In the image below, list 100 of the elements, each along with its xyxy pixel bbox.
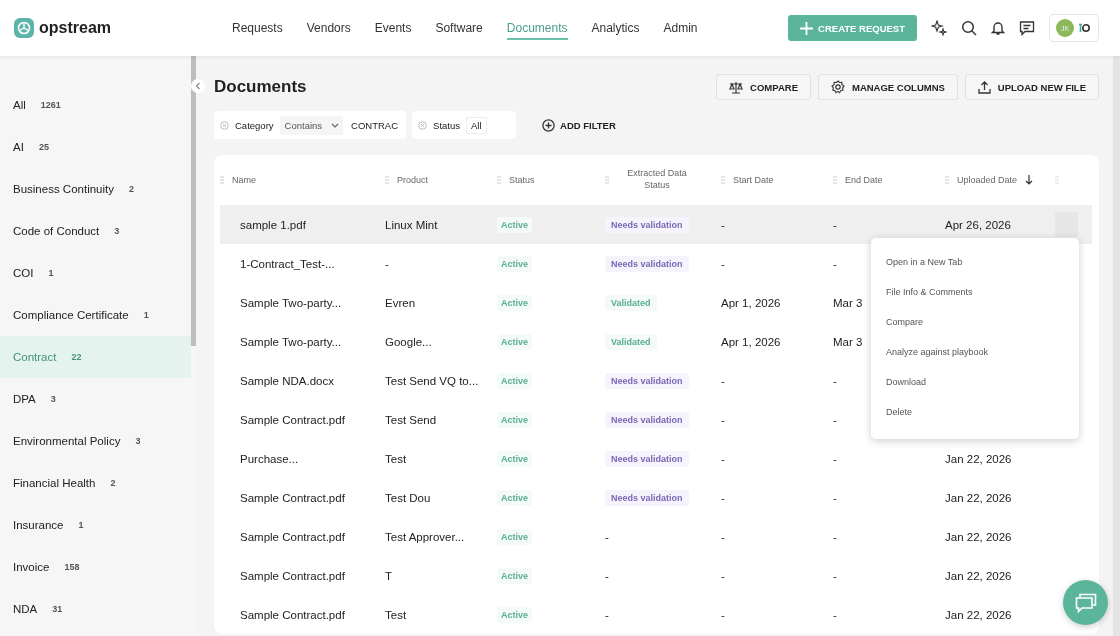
file-name[interactable]: Sample NDA.docx [240,371,334,390]
remove-filter-icon[interactable] [220,120,229,130]
nav-link[interactable]: Events [374,16,412,40]
category-item[interactable]: Compliance Certificate 1 [0,294,191,336]
nav-link[interactable]: Analytics [591,16,640,40]
column-header[interactable]: Status [497,155,605,205]
status-badge: Active [497,528,532,545]
category-item[interactable]: Financial Health 2 [0,462,191,504]
sparkle-icon[interactable] [931,20,947,36]
status-badge: Active [497,450,532,467]
product-cell: Test Dou [385,491,431,504]
start-date-cell: - [721,413,725,426]
file-name[interactable]: Sample Two-party... [240,293,342,312]
status-badge: Active [497,411,532,428]
category-item[interactable]: Business Continuity 2 [0,168,191,210]
action-button[interactable]: UPLOAD NEW FILE [964,74,1099,100]
category-item[interactable]: NDA 31 [0,588,191,630]
category-item[interactable]: DPA 3 [0,378,191,420]
nav-link[interactable]: Software [435,16,483,40]
nav-link[interactable]: Requests [232,16,283,40]
category-count: 1 [143,310,149,320]
status-badge: Active [497,216,532,233]
start-date-cell: Apr 1, 2026 [721,296,781,309]
column-header[interactable]: Extracted Data Status [605,155,721,205]
menu-item[interactable]: Compare [871,307,1079,337]
file-name[interactable]: Sample Contract.pdf [240,488,345,507]
start-date-cell: - [721,491,725,504]
status-badge: Active [497,333,532,350]
category-count: 25 [38,142,49,152]
menu-item[interactable]: Open in a New Tab [871,247,1079,277]
file-name[interactable]: Sample Two-party... [240,332,342,351]
status-badge: Active [497,489,532,506]
start-date-cell: - [721,257,725,270]
category-label: Environmental Policy [13,435,121,447]
filter-label: Status [433,119,460,131]
end-date-cell: - [833,569,837,582]
bell-icon[interactable] [991,20,1005,36]
file-name[interactable]: Sample Contract.pdf [240,566,345,585]
scrollbar[interactable] [1113,56,1120,636]
category-item[interactable]: All 1261 [0,84,191,126]
scrollbar[interactable] [191,56,196,346]
category-label: Insurance [13,519,64,531]
category-label: Financial Health [13,477,96,489]
end-date-cell: - [833,608,837,621]
category-item[interactable]: Environmental Policy 3 [0,420,191,462]
category-count: 2 [110,478,116,488]
uploaded-date-cell: Jan 22, 2026 [945,530,1012,543]
filter-value-chip[interactable]: All [466,116,487,134]
column-header[interactable]: Uploaded Date [945,155,1055,205]
column-header[interactable]: Product [385,155,497,205]
category-count: 1 [78,520,84,530]
menu-item[interactable]: Delete [871,397,1079,427]
category-label: Contract [13,351,57,363]
menu-item[interactable]: File Info & Comments [871,277,1079,307]
category-count: 1261 [40,100,61,110]
org-logo-icon [1078,23,1090,33]
column-header[interactable]: Start Date [721,155,833,205]
category-label: Code of Conduct [13,225,100,237]
extraction-status: Validated [605,294,657,311]
file-name[interactable]: 1-Contract_Test-... [240,254,335,273]
product-cell: T [385,569,393,582]
category-label: NDA [13,603,38,615]
start-date-cell: - [721,218,725,231]
column-header[interactable]: Name [220,155,385,205]
filter-value-field[interactable]: CONTRAC [349,119,399,131]
menu-item[interactable]: Analyze against playbook [871,337,1079,367]
nav-link[interactable]: Admin [663,16,698,40]
collapse-button[interactable] [191,79,205,93]
category-label: COI [13,267,34,279]
category-item[interactable]: Code of Conduct 3 [0,210,191,252]
file-name[interactable]: Sample Contract.pdf [240,410,345,429]
category-item[interactable]: Insurance 1 [0,504,191,546]
settings-icon [830,80,845,94]
file-name[interactable]: Sample Contract.pdf [240,605,345,624]
search-icon[interactable] [961,20,977,36]
column-header[interactable]: End Date [833,155,945,205]
category-item[interactable]: AI 25 [0,126,191,168]
chat-icon[interactable] [1019,20,1035,36]
action-button[interactable]: MANAGE COLUMNS [817,74,958,100]
category-item[interactable]: COI 1 [0,252,191,294]
end-date-cell: - [833,452,837,465]
row-menu-button[interactable] [1055,212,1078,237]
sort-arrow-icon[interactable] [1025,175,1034,185]
category-item[interactable]: Invoice 158 [0,546,191,588]
start-date-cell: - [721,374,725,387]
category-label: All [13,99,26,111]
nav-link[interactable]: Vendors [306,16,351,40]
action-button[interactable]: COMPARE [716,74,811,100]
status-badge: Active [497,255,532,272]
file-name[interactable]: Sample Contract.pdf [240,527,345,546]
menu-item[interactable]: Download [871,367,1079,397]
operator-dropdown[interactable]: Contains [279,115,344,135]
extraction-status: Needs validation [605,450,689,467]
extraction-status: - [605,608,609,621]
remove-filter-icon[interactable] [418,120,428,130]
add-filter-button[interactable]: ADD FILTER [536,117,622,133]
file-name[interactable]: Purchase... [240,449,299,468]
category-count: 3 [50,394,56,404]
category-count: 22 [71,352,82,362]
end-date-cell: Mar 3 [833,335,863,348]
